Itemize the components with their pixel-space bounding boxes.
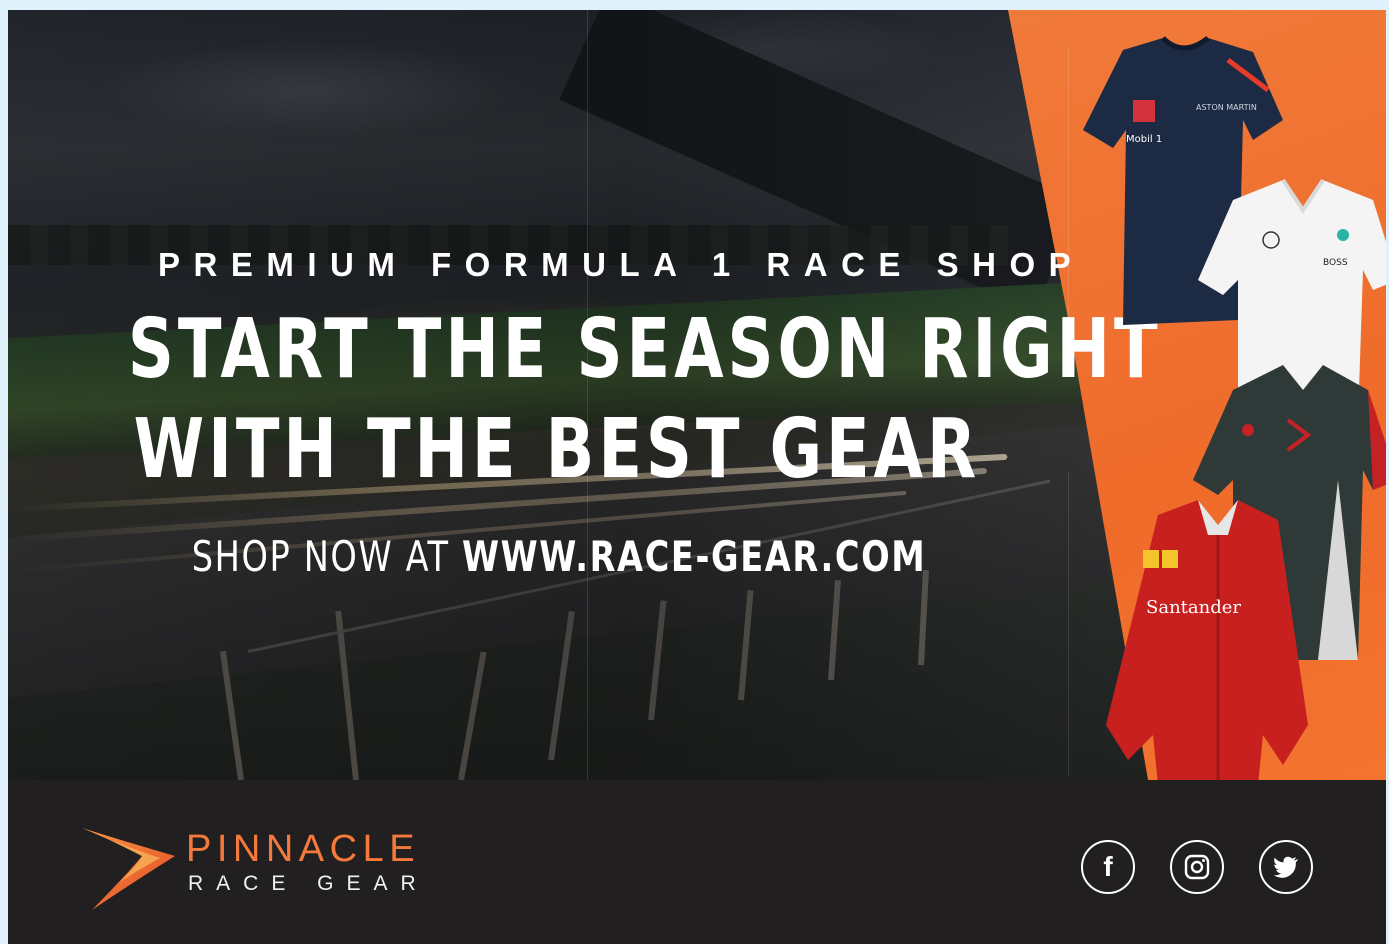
twitter-button[interactable] <box>1259 840 1313 894</box>
headline-block: PREMIUM FORMULA 1 RACE SHOP START THE SE… <box>8 10 1162 780</box>
facebook-button[interactable]: f <box>1081 840 1135 894</box>
headline-line-1: START THE SEASON RIGHT <box>127 302 1162 397</box>
cta-prefix: SHOP NOW AT <box>191 532 450 581</box>
headline-line-2: WITH THE BEST GEAR <box>133 402 981 497</box>
pinnacle-chevron-logo <box>82 828 175 910</box>
facebook-icon: f <box>1103 851 1113 882</box>
instagram-button[interactable] <box>1170 840 1224 894</box>
brand-name: PINNACLE <box>186 828 421 870</box>
instagram-icon <box>1184 854 1210 880</box>
svg-text:ASTON MARTIN: ASTON MARTIN <box>1196 103 1257 112</box>
svg-text:Mobil 1: Mobil 1 <box>1126 134 1162 145</box>
jacket-sponsor-text: Santander <box>1146 597 1241 618</box>
shop-now-cta: SHOP NOW AT WWW.RACE-GEAR.COM <box>119 532 999 581</box>
svg-text:BOSS: BOSS <box>1323 258 1348 268</box>
footer-bar: PINNACLE RACE GEAR f <box>8 780 1386 944</box>
product-showcase: Mobil 1 ASTON MARTIN BOSS Santander <box>1068 30 1386 780</box>
shop-kicker: PREMIUM FORMULA 1 RACE SHOP <box>158 246 1085 283</box>
shop-url-link[interactable]: WWW.RACE-GEAR.COM <box>462 532 926 581</box>
hero-banner: PREMIUM FORMULA 1 RACE SHOP START THE SE… <box>8 10 1386 780</box>
red-jacket-image: Santander <box>1106 500 1308 780</box>
twitter-icon <box>1273 856 1298 878</box>
brand-subtitle: RACE GEAR <box>188 872 429 895</box>
